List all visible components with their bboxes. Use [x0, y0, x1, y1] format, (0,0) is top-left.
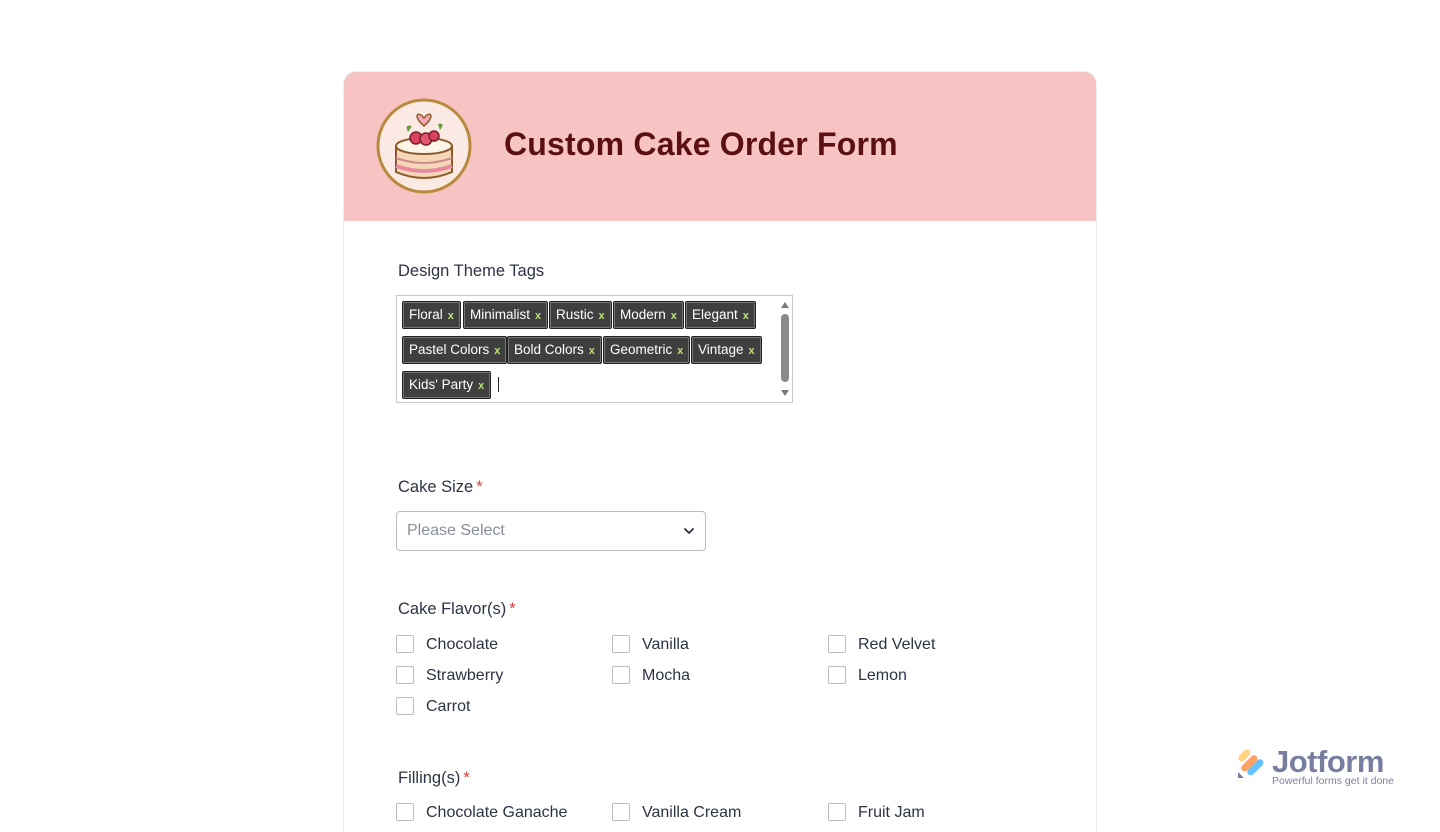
tag-label: Minimalist: [470, 307, 531, 322]
scroll-up-arrow-icon[interactable]: [781, 302, 789, 308]
fillings-label-text: Filling(s): [398, 769, 461, 787]
tag-label: Pastel Colors: [409, 342, 490, 357]
tag-label: Vintage: [698, 342, 744, 357]
tag-label: Kids' Party: [409, 377, 474, 392]
tag-label: Modern: [620, 307, 666, 322]
design-tags-label: Design Theme Tags: [398, 262, 545, 280]
option-label: Chocolate Ganache: [426, 804, 568, 821]
form-card: Custom Cake Order Form Design Theme Tags…: [344, 72, 1096, 832]
checkbox[interactable]: [396, 666, 414, 684]
tag-label: Elegant: [692, 307, 738, 322]
tag-remove-icon[interactable]: x: [599, 310, 605, 322]
checkbox[interactable]: [612, 635, 630, 653]
tag-geometric[interactable]: Geometric x: [603, 336, 691, 364]
checkbox[interactable]: [396, 635, 414, 653]
tag-remove-icon[interactable]: x: [677, 345, 683, 357]
tag-floral[interactable]: Floral x: [402, 301, 461, 329]
design-tags-input[interactable]: Floral x Minimalist x Rustic x Modern x Eleg…: [396, 295, 793, 403]
fillings-label: Filling(s) *: [398, 769, 470, 788]
tag-remove-icon[interactable]: x: [494, 345, 500, 357]
tag-label: Floral: [409, 307, 443, 322]
tag-vintage[interactable]: Vintage x: [691, 336, 762, 364]
tag-modern[interactable]: Modern x: [613, 301, 684, 329]
tag-bold-colors[interactable]: Bold Colors x: [507, 336, 602, 364]
checkbox[interactable]: [396, 803, 414, 821]
tag-remove-icon[interactable]: x: [749, 345, 755, 357]
option-label: Red Velvet: [858, 636, 936, 653]
tag-pastel-colors[interactable]: Pastel Colors x: [402, 336, 508, 364]
jotform-tagline: Powerful forms get it done: [1272, 775, 1394, 787]
form-title: Custom Cake Order Form: [504, 126, 898, 162]
tag-remove-icon[interactable]: x: [535, 310, 541, 322]
checkbox[interactable]: [612, 803, 630, 821]
tags-scrollbar[interactable]: [780, 300, 790, 398]
checkbox[interactable]: [828, 803, 846, 821]
option-label: Mocha: [642, 667, 691, 684]
required-mark: *: [463, 769, 470, 787]
chevron-down-icon: [684, 528, 694, 534]
tag-label: Geometric: [610, 342, 673, 357]
cake-size-label-text: Cake Size: [398, 478, 474, 496]
cake-flavors-label-text: Cake Flavor(s): [398, 600, 507, 618]
tag-remove-icon[interactable]: x: [448, 310, 454, 322]
tag-remove-icon[interactable]: x: [589, 345, 595, 357]
option-label: Chocolate: [426, 636, 499, 653]
cake-flavors-label: Cake Flavor(s) *: [398, 600, 516, 619]
checkbox[interactable]: [396, 697, 414, 715]
cake-size-label: Cake Size *: [398, 478, 483, 497]
cake-icon: [376, 98, 472, 194]
option-label: Carrot: [426, 698, 471, 715]
option-label: Lemon: [858, 667, 907, 684]
jotform-badge[interactable]: Jotform Powerful forms get it done: [1236, 744, 1406, 790]
tag-rustic[interactable]: Rustic x: [549, 301, 612, 329]
option-label: Fruit Jam: [858, 804, 925, 821]
tag-remove-icon[interactable]: x: [671, 310, 677, 322]
scroll-down-arrow-icon[interactable]: [781, 390, 789, 396]
tag-remove-icon[interactable]: x: [478, 380, 484, 392]
form-header: Custom Cake Order Form: [344, 72, 1096, 221]
option-label: Vanilla: [642, 636, 689, 653]
cake-size-select[interactable]: Please Select: [396, 511, 706, 551]
option-label: Strawberry: [426, 667, 504, 684]
tag-minimalist[interactable]: Minimalist x: [463, 301, 549, 329]
tag-label: Bold Colors: [514, 342, 584, 357]
required-mark: *: [509, 600, 516, 618]
checkbox[interactable]: [828, 666, 846, 684]
checkbox[interactable]: [828, 635, 846, 653]
tag-label: Rustic: [556, 307, 594, 322]
checkbox[interactable]: [612, 666, 630, 684]
required-mark: *: [476, 478, 483, 496]
tag-remove-icon[interactable]: x: [743, 310, 749, 322]
tag-kids-party[interactable]: Kids' Party x: [402, 371, 492, 399]
tag-elegant[interactable]: Elegant x: [685, 301, 756, 329]
option-label: Vanilla Cream: [642, 804, 742, 821]
text-caret: [498, 377, 499, 392]
jotform-logo-icon: [1238, 749, 1264, 778]
scroll-thumb[interactable]: [781, 314, 789, 382]
cake-size-placeholder: Please Select: [407, 522, 505, 539]
